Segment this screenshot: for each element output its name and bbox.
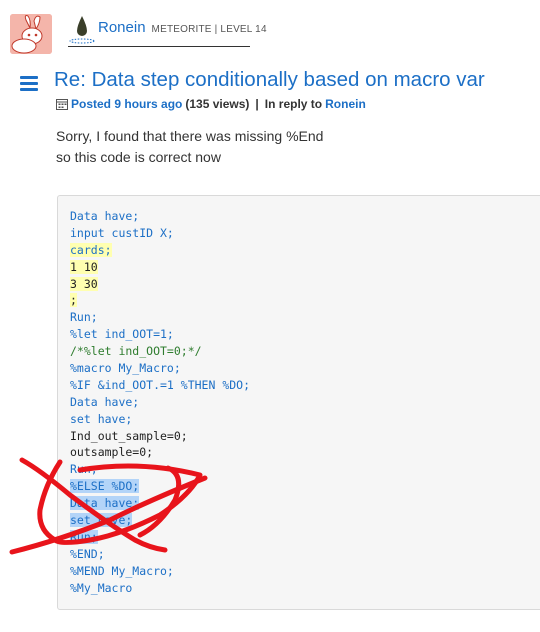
- code-line-text: Data have;: [70, 394, 140, 409]
- code-line-text: Ind_out_sample=0;: [70, 428, 188, 443]
- rabbit-avatar-icon: [10, 14, 52, 54]
- author-divider: [68, 46, 250, 47]
- code-line-text: %My_Macro: [70, 580, 133, 595]
- body-line: Sorry, I found that there was missing %E…: [56, 128, 324, 144]
- code-line: %END;: [70, 546, 250, 563]
- code-line: Data have;: [70, 394, 250, 411]
- code-line-text: Run;: [70, 529, 98, 544]
- code-line-text: set have;: [70, 513, 133, 528]
- calendar-icon: [56, 99, 68, 110]
- reply-to-link[interactable]: Ronein: [325, 97, 366, 111]
- code-line-text: 1 10: [70, 259, 98, 274]
- code-line: Run;: [70, 529, 250, 546]
- post-title[interactable]: Re: Data step conditionally based on mac…: [54, 68, 485, 92]
- code-line: Data have;: [70, 495, 250, 512]
- code-line-text: %IF &ind_OOT.=1 %THEN %DO;: [70, 377, 251, 392]
- code-line: %MEND My_Macro;: [70, 563, 250, 580]
- code-line: %ELSE %DO;: [70, 478, 250, 495]
- code-line-text: outsample=0;: [70, 445, 154, 460]
- posted-time-link[interactable]: 9 hours ago: [114, 97, 182, 111]
- code-line: set have;: [70, 512, 250, 529]
- code-line-text: set have;: [70, 411, 133, 426]
- code-line-text: Run;: [70, 310, 98, 325]
- code-line-text: Data have;: [70, 209, 140, 223]
- code-line: 1 10: [70, 259, 250, 276]
- reply-label: In reply to: [264, 97, 323, 111]
- post-body: Sorry, I found that there was missing %E…: [56, 126, 323, 168]
- view-count: (135 views): [185, 97, 250, 111]
- code-line: outsample=0;: [70, 444, 250, 461]
- code-line-text: ;: [70, 293, 77, 308]
- code-line-text: %END;: [70, 546, 105, 561]
- posted-label[interactable]: Posted: [71, 97, 111, 111]
- code-line: set have;: [70, 411, 250, 428]
- code-line-text: %let ind_OOT=1;: [70, 327, 174, 342]
- code-line-text: input custID X;: [70, 225, 174, 240]
- code-line: Ind_out_sample=0;: [70, 428, 250, 445]
- author-name-link[interactable]: Ronein: [98, 19, 146, 36]
- code-line-text: Data have;: [70, 496, 140, 511]
- code-line: %let ind_OOT=1;: [70, 326, 250, 343]
- code-line-text: %ELSE %DO;: [70, 479, 140, 494]
- code-line: cards;: [70, 242, 250, 259]
- code-line-text: 3 30: [70, 276, 98, 291]
- code-line-text: cards;: [70, 242, 112, 257]
- meta-separator: |: [255, 97, 259, 111]
- avatar[interactable]: [10, 14, 52, 54]
- code-line-text: %macro My_Macro;: [70, 361, 181, 376]
- hamburger-menu-icon[interactable]: [20, 76, 38, 92]
- code-line: Run;: [70, 461, 250, 478]
- code-line: /*%let ind_OOT=0;*/: [70, 343, 250, 360]
- code-line-text: /*%let ind_OOT=0;*/: [70, 344, 202, 359]
- body-line: so this code is correct now: [56, 149, 221, 165]
- code-line: %My_Macro: [70, 580, 250, 597]
- code-line: %macro My_Macro;: [70, 360, 250, 377]
- author-rank: METEORITE | LEVEL 14: [151, 24, 267, 35]
- code-line: ;: [70, 292, 250, 309]
- code-line: Run;: [70, 309, 250, 326]
- post-meta: Posted 9 hours ago (135 views) | In repl…: [56, 97, 366, 111]
- code-line: input custID X;: [70, 225, 250, 242]
- code-line-text: %MEND My_Macro;: [70, 563, 174, 578]
- code-line-text: Run;: [70, 462, 98, 477]
- code-content: Data have; input custID X; cards; 1 10 3 30;…: [70, 208, 250, 596]
- meteorite-drop-icon: [68, 14, 96, 44]
- code-line: 3 30: [70, 276, 250, 293]
- code-line: %IF &ind_OOT.=1 %THEN %DO;: [70, 377, 250, 394]
- code-line: Data have;: [70, 208, 250, 225]
